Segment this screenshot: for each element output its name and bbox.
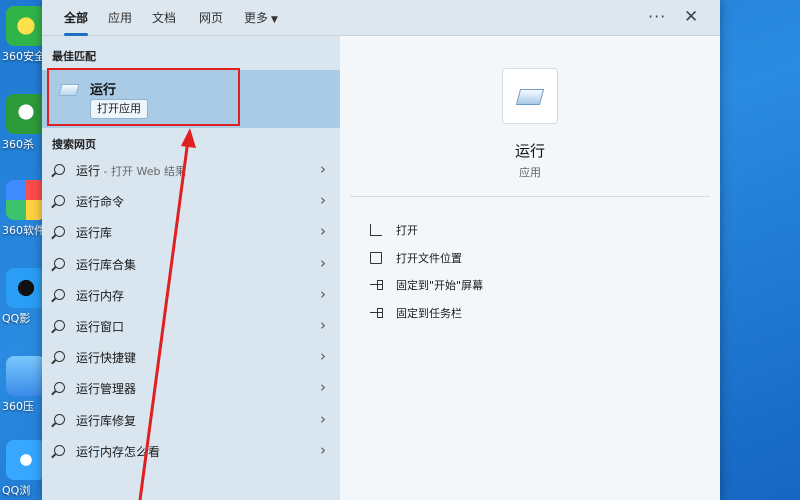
web-result-item[interactable]: 运行库合集 ›: [42, 250, 340, 281]
search-window: 全部 应用 文档 网页 更多 ▼ ··· ✕ 最佳匹配 运行 打开应用 搜索网页 …: [42, 0, 720, 500]
web-result-item[interactable]: 运行库 ›: [42, 218, 340, 249]
action-pin-to-start[interactable]: 固定到"开始"屏幕: [370, 277, 570, 305]
web-result-item[interactable]: 运行快捷键 ›: [42, 343, 340, 374]
search-icon: [54, 195, 65, 207]
web-result-text: 运行内存怎么看: [76, 444, 161, 459]
detail-app-name: 运行: [514, 142, 545, 160]
close-icon[interactable]: ✕: [684, 7, 698, 27]
web-result-item[interactable]: 运行库修复 ›: [42, 406, 340, 437]
chevron-right-icon[interactable]: ›: [320, 222, 326, 240]
chevron-right-icon[interactable]: ›: [320, 316, 326, 334]
best-match-item[interactable]: 运行 打开应用: [42, 70, 340, 128]
chevron-right-icon[interactable]: ›: [320, 347, 326, 365]
search-icon: [54, 413, 65, 425]
pin-icon: [370, 307, 383, 319]
detail-app-type: 应用: [519, 166, 541, 179]
search-icon: [54, 164, 65, 175]
web-result-item[interactable]: 运行内存怎么看 ›: [42, 437, 340, 468]
web-search-heading: 搜索网页: [52, 138, 96, 151]
web-result-label: 运行管理器: [76, 380, 136, 397]
web-result-label: 运行窗口: [76, 318, 124, 335]
tab-apps[interactable]: 应用: [108, 9, 132, 31]
best-match-name: 运行: [90, 83, 117, 98]
web-result-item[interactable]: 运行 - 打开 Web 结果 ›: [42, 156, 340, 187]
search-icon: [54, 226, 65, 238]
360-zip-icon: [6, 356, 46, 396]
action-list: 打开 打开文件位置 固定到"开始"屏幕 固定到任务栏: [370, 222, 570, 332]
web-result-item[interactable]: 运行管理器 ›: [42, 374, 340, 405]
chevron-right-icon[interactable]: ›: [320, 410, 326, 428]
detail-pane: 运行 应用 打开 打开文件位置 固定到"开始"屏幕 固定到任务栏: [340, 36, 720, 500]
web-result-label: 运行库: [76, 224, 112, 241]
chevron-right-icon[interactable]: ›: [320, 160, 326, 178]
qq-player-icon: [6, 268, 46, 308]
action-open[interactable]: 打开: [370, 222, 570, 250]
action-label: 固定到"开始"屏幕: [396, 279, 484, 292]
web-result-label: 运行库合集: [76, 256, 136, 273]
web-result-text: 运行库修复: [76, 413, 137, 428]
web-result-text: 运行库: [76, 226, 113, 241]
run-app-icon: [58, 84, 80, 96]
web-result-list: 运行 - 打开 Web 结果 › 运行命令 › 运行库 › 运行库合集 › 运行内存 › 运行窗口 ›…: [42, 156, 340, 468]
chevron-right-icon[interactable]: ›: [320, 191, 326, 209]
web-result-label: 运行内存: [76, 287, 124, 304]
chevron-right-icon[interactable]: ›: [320, 254, 326, 272]
caret-down-icon: ▼: [271, 15, 278, 25]
tab-more[interactable]: 更多 ▼: [244, 9, 278, 31]
action-open-file-location[interactable]: 打开文件位置: [370, 250, 570, 278]
360-safe-icon: [6, 6, 46, 46]
action-label: 固定到任务栏: [396, 306, 462, 320]
web-result-label: 运行快捷键: [76, 349, 136, 366]
web-result-label: 运行库修复: [76, 412, 136, 429]
search-icon: [54, 257, 65, 269]
pin-icon: [370, 279, 383, 291]
chevron-right-icon[interactable]: ›: [320, 285, 326, 303]
search-icon: [54, 351, 65, 363]
search-icon: [54, 444, 65, 456]
divider: [350, 196, 710, 197]
web-result-text: 运行命令: [76, 195, 125, 210]
search-icon: [54, 288, 65, 300]
chevron-right-icon[interactable]: ›: [320, 441, 326, 459]
web-result-text: 运行库合集: [76, 257, 137, 272]
tab-all[interactable]: 全部: [64, 9, 89, 36]
tab-web[interactable]: 网页: [199, 9, 223, 31]
results-pane: 最佳匹配 运行 打开应用 搜索网页 运行 - 打开 Web 结果 › 运行命令 › 运行…: [42, 36, 340, 500]
web-result-text: 运行内存: [76, 288, 125, 303]
action-pin-to-taskbar[interactable]: 固定到任务栏: [370, 305, 570, 333]
open-app-button[interactable]: 打开应用: [90, 99, 148, 119]
web-result-text: 运行快捷键: [76, 351, 137, 366]
web-result-item[interactable]: 运行窗口 ›: [42, 312, 340, 343]
search-icon: [54, 319, 65, 331]
folder-icon: [370, 251, 382, 264]
tab-more-label: 更多: [244, 11, 269, 25]
more-options-icon[interactable]: ···: [648, 7, 666, 26]
web-result-suffix: - 打开 Web 结果: [100, 165, 186, 178]
run-app-icon: [515, 89, 545, 105]
360-antivirus-icon: [6, 94, 46, 134]
search-icon: [54, 382, 65, 394]
action-label: 打开: [396, 224, 418, 237]
qq-browser-icon: [6, 440, 46, 480]
web-result-text: 运行管理器: [76, 382, 137, 397]
web-result-item[interactable]: 运行命令 ›: [42, 187, 340, 218]
action-label: 打开文件位置: [396, 251, 462, 265]
best-match-heading: 最佳匹配: [52, 50, 96, 63]
web-result-text: 运行窗口: [76, 319, 125, 334]
open-icon: [370, 224, 382, 236]
web-result-label: 运行内存怎么看: [76, 443, 160, 460]
app-tile: [502, 68, 558, 124]
web-result-label: 运行命令: [76, 193, 124, 210]
web-result-text: 运行: [76, 164, 101, 178]
tab-docs[interactable]: 文档: [152, 9, 176, 31]
chevron-right-icon[interactable]: ›: [320, 378, 326, 396]
web-result-label: 运行 - 打开 Web 结果: [76, 162, 186, 179]
360-software-icon: [6, 180, 46, 220]
web-result-item[interactable]: 运行内存 ›: [42, 281, 340, 312]
search-tabbar: 全部 应用 文档 网页 更多 ▼ ··· ✕: [42, 0, 720, 36]
